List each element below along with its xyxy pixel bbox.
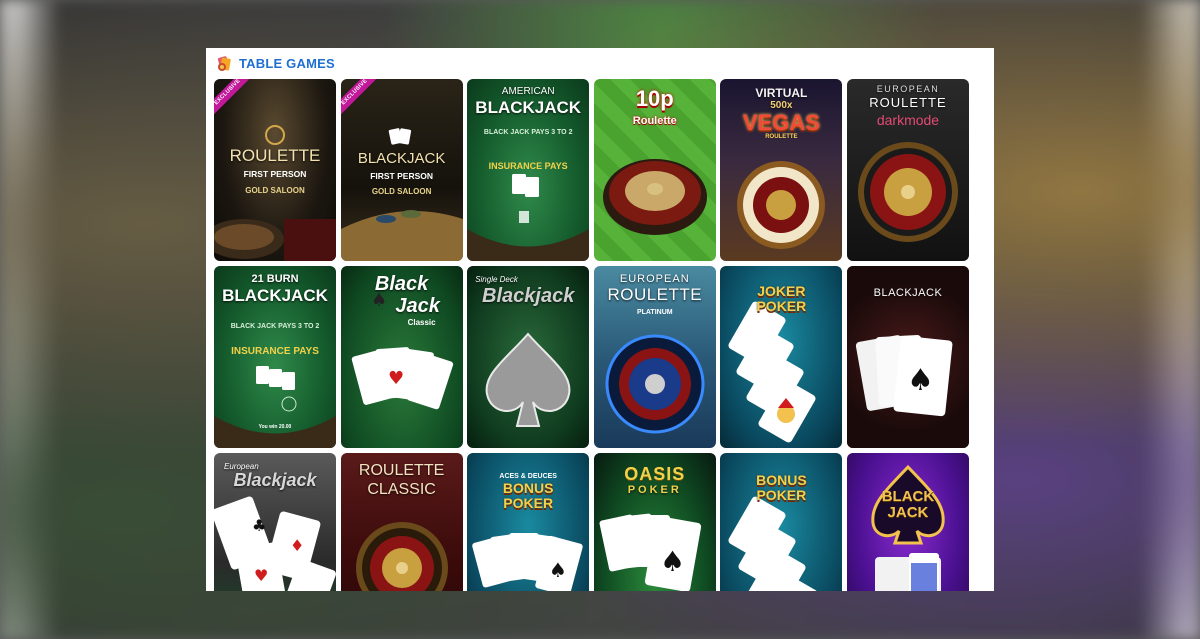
game-tile-black-jack-premium[interactable]: BLACK JACK [846, 453, 969, 591]
tile-title: ACES & DEUCES [499, 473, 557, 480]
game-tile-european-roulette-darkmode[interactable]: EUROPEAN ROULETTE darkmode [846, 79, 969, 261]
tile-subtitle: darkmode [876, 112, 940, 128]
tile-title: AMERICAN [501, 86, 555, 97]
tile-title: BONUS [756, 472, 807, 488]
tile-subtitle: FIRST PERSON [370, 171, 433, 181]
tile-title: BLACKJACK [357, 150, 446, 167]
tile-subtitle: FIRST PERSON [243, 169, 307, 179]
game-tile-10p-roulette[interactable]: 10p Roulette [593, 79, 716, 261]
svg-text:♠: ♠ [549, 558, 567, 582]
tile-subtitle: Roulette [632, 115, 677, 127]
tile-subtitle: Blackjack [482, 285, 575, 307]
tile-title: ROULETTE [229, 146, 321, 165]
game-tile-21-burn-blackjack[interactable]: 21 BURN BLACKJACK BLACK JACK PAYS 3 TO 2… [214, 266, 336, 448]
table-text: INSURANCE PAYS [231, 346, 319, 357]
svg-text:♣: ♣ [252, 516, 266, 535]
tile-title: Single Deck [475, 275, 518, 284]
tile-subtitle: PLATINUM [636, 309, 673, 316]
tile-subtitle: BLACKJACK [475, 98, 582, 117]
tile-subtitle: GOLD SALOON [245, 186, 305, 195]
tile-title: 10p [635, 86, 674, 111]
tile-subtitle: GOLD SALOON [371, 187, 432, 196]
tile-subtitle: CLASSIC [367, 481, 436, 498]
tile-title: BLACKJACK [873, 287, 943, 299]
win-text: You win 20.00 [258, 424, 292, 430]
tile-title: EUROPEAN [619, 273, 690, 285]
tile-subtitle: Blackjack [233, 470, 317, 490]
game-tile-american-blackjack[interactable]: AMERICAN BLACKJACK BLACK JACK PAYS 3 TO … [467, 79, 590, 261]
tile-subtitle: POKER [756, 298, 807, 314]
svg-text:♥: ♥ [388, 368, 404, 389]
svg-text:♦: ♦ [290, 536, 304, 555]
svg-text:♠: ♠ [907, 363, 934, 398]
game-tile-joker-poker[interactable]: JOKER POKER [720, 266, 843, 448]
tile-subtitle: POKER [627, 484, 682, 496]
game-tile-roulette-classic[interactable]: ROULETTE CLASSIC [340, 453, 463, 591]
game-tile-roulette-first-person[interactable]: EXCLUSIVE ROULETTE FIRST PERSON GOLD SAL… [214, 79, 336, 261]
tile-title: OASIS [624, 464, 686, 484]
table-text: BLACK JACK PAYS 3 TO 2 [230, 323, 320, 330]
game-tile-european-roulette-platinum[interactable]: EUROPEAN ROULETTE PLATINUM [593, 266, 716, 448]
spade-emblem-art [871, 464, 945, 591]
table-text: INSURANCE PAYS [488, 161, 568, 171]
game-tile-aces-deuces-bonus-poker[interactable]: ♠ ACES & DEUCES BONUS POKER [467, 453, 590, 591]
cards-chips-icon [216, 55, 233, 72]
section-header: TABLE GAMES [216, 52, 335, 74]
game-tile-european-blackjack[interactable]: ♣ ♦ ♥ European Blackjack [214, 453, 336, 591]
svg-text:♠: ♠ [660, 545, 685, 578]
tile-subtitle: ROULETTE [607, 285, 703, 304]
tile-title: ROULETTE [358, 462, 445, 479]
tile-subtitle: Jack [395, 295, 440, 317]
table-games-panel: TABLE GAMES EXCLUSIVE ROULETTE FIRST PER… [206, 48, 994, 591]
game-tile-oasis-poker[interactable]: ♠ OASIS POKER [593, 453, 716, 591]
section-title: TABLE GAMES [239, 55, 335, 71]
game-tile-virtual-vegas-roulette[interactable]: VIRTUAL 500x VEGAS ROULETTE [720, 79, 843, 261]
game-tile-blackjack[interactable]: ♠ BLACKJACK [846, 266, 969, 448]
tile-subtitle: JACK [887, 504, 929, 521]
tile-subtitle: BONUS [502, 480, 554, 496]
table-text: BLACK JACK PAYS 3 TO 2 [483, 129, 573, 136]
blackjack-table-art [340, 128, 463, 261]
game-tile-bonus-poker[interactable]: 7 BONUS POKER [720, 453, 843, 591]
tile-title: JOKER [757, 283, 806, 299]
tile-subtitle: BLACKJACK [222, 286, 328, 305]
tile-title: EUROPEAN [876, 84, 940, 94]
tile-subtitle: POKER [756, 487, 807, 503]
game-grid: EXCLUSIVE ROULETTE FIRST PERSON GOLD SAL… [214, 79, 969, 591]
game-tile-blackjack-first-person[interactable]: EXCLUSIVE BLACKJACK FIRST PERSON GOLD SA… [340, 79, 463, 261]
tile-subtitle: VEGAS [742, 110, 820, 135]
tile-title: BLACK [881, 488, 935, 505]
svg-text:♥: ♥ [254, 566, 268, 585]
tile-title: 21 BURN [251, 273, 299, 285]
game-tile-single-deck-blackjack[interactable]: Single Deck Blackjack [467, 266, 590, 448]
tile-title: VIRTUAL [755, 86, 808, 100]
tile-subtitle: Classic [407, 318, 436, 327]
tile-subtitle: POKER [503, 495, 554, 511]
game-tile-black-jack-classic[interactable]: ♥ ♠ Black Jack Classic [340, 266, 463, 448]
tile-subtitle: ROULETTE [869, 95, 947, 110]
tile-title: Black [374, 273, 429, 295]
tile-subtitle: ROULETTE [765, 134, 798, 140]
